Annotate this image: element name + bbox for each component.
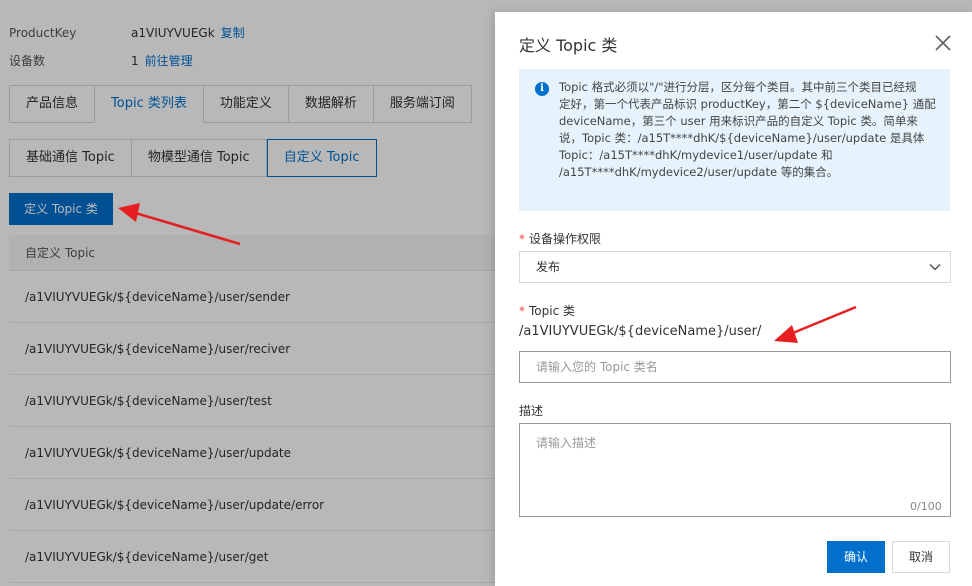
notice-line: Topic 格式必须以"/"进行分层，区分每个类目。其中前三个类目已经规 [559, 80, 917, 94]
required-mark: * [519, 232, 525, 246]
notice-line: /a15T****dhK/mydevice2/user/update 等的集合。 [559, 165, 839, 179]
permission-select-value: 发布 [536, 260, 561, 274]
notice-line: 定好，第一个代表产品标识 productKey，第二个 ${deviceName… [559, 97, 936, 111]
description-counter: 0/100 [910, 500, 942, 513]
topic-format-notice: i Topic 格式必须以"/"进行分层，区分每个类目。其中前三个类目已经规 定… [519, 69, 950, 211]
define-topic-dialog: 定义 Topic 类 i Topic 格式必须以"/"进行分层，区分每个类目。其… [495, 12, 972, 586]
cancel-button[interactable]: 取消 [892, 541, 950, 573]
topic-class-label-text: Topic 类 [529, 304, 575, 318]
info-icon: i [535, 82, 549, 96]
notice-line: 说，Topic 类：/a15T****dhK/${deviceName}/use… [559, 131, 925, 145]
topic-class-input[interactable] [519, 351, 951, 383]
notice-line: deviceName，第三个 user 用来标识产品的自定义 Topic 类。简… [559, 114, 918, 128]
dialog-title: 定义 Topic 类 [519, 36, 618, 55]
permission-label: * 设备操作权限 [519, 230, 601, 247]
permission-select[interactable]: 发布 [519, 251, 951, 283]
permission-label-text: 设备操作权限 [529, 232, 602, 246]
required-mark: * [519, 304, 525, 318]
description-textarea[interactable] [519, 423, 951, 517]
confirm-button[interactable]: 确认 [827, 541, 885, 573]
description-label: 描述 [519, 404, 544, 418]
chevron-down-icon [929, 263, 941, 271]
topic-class-label: * Topic 类 [519, 302, 575, 319]
close-icon[interactable] [932, 32, 954, 54]
notice-line: Topic：/a15T****dhK/mydevice1/user/update… [559, 148, 833, 162]
topic-prefix: /a1VIUYVUEGk/${deviceName}/user/ [519, 324, 762, 339]
